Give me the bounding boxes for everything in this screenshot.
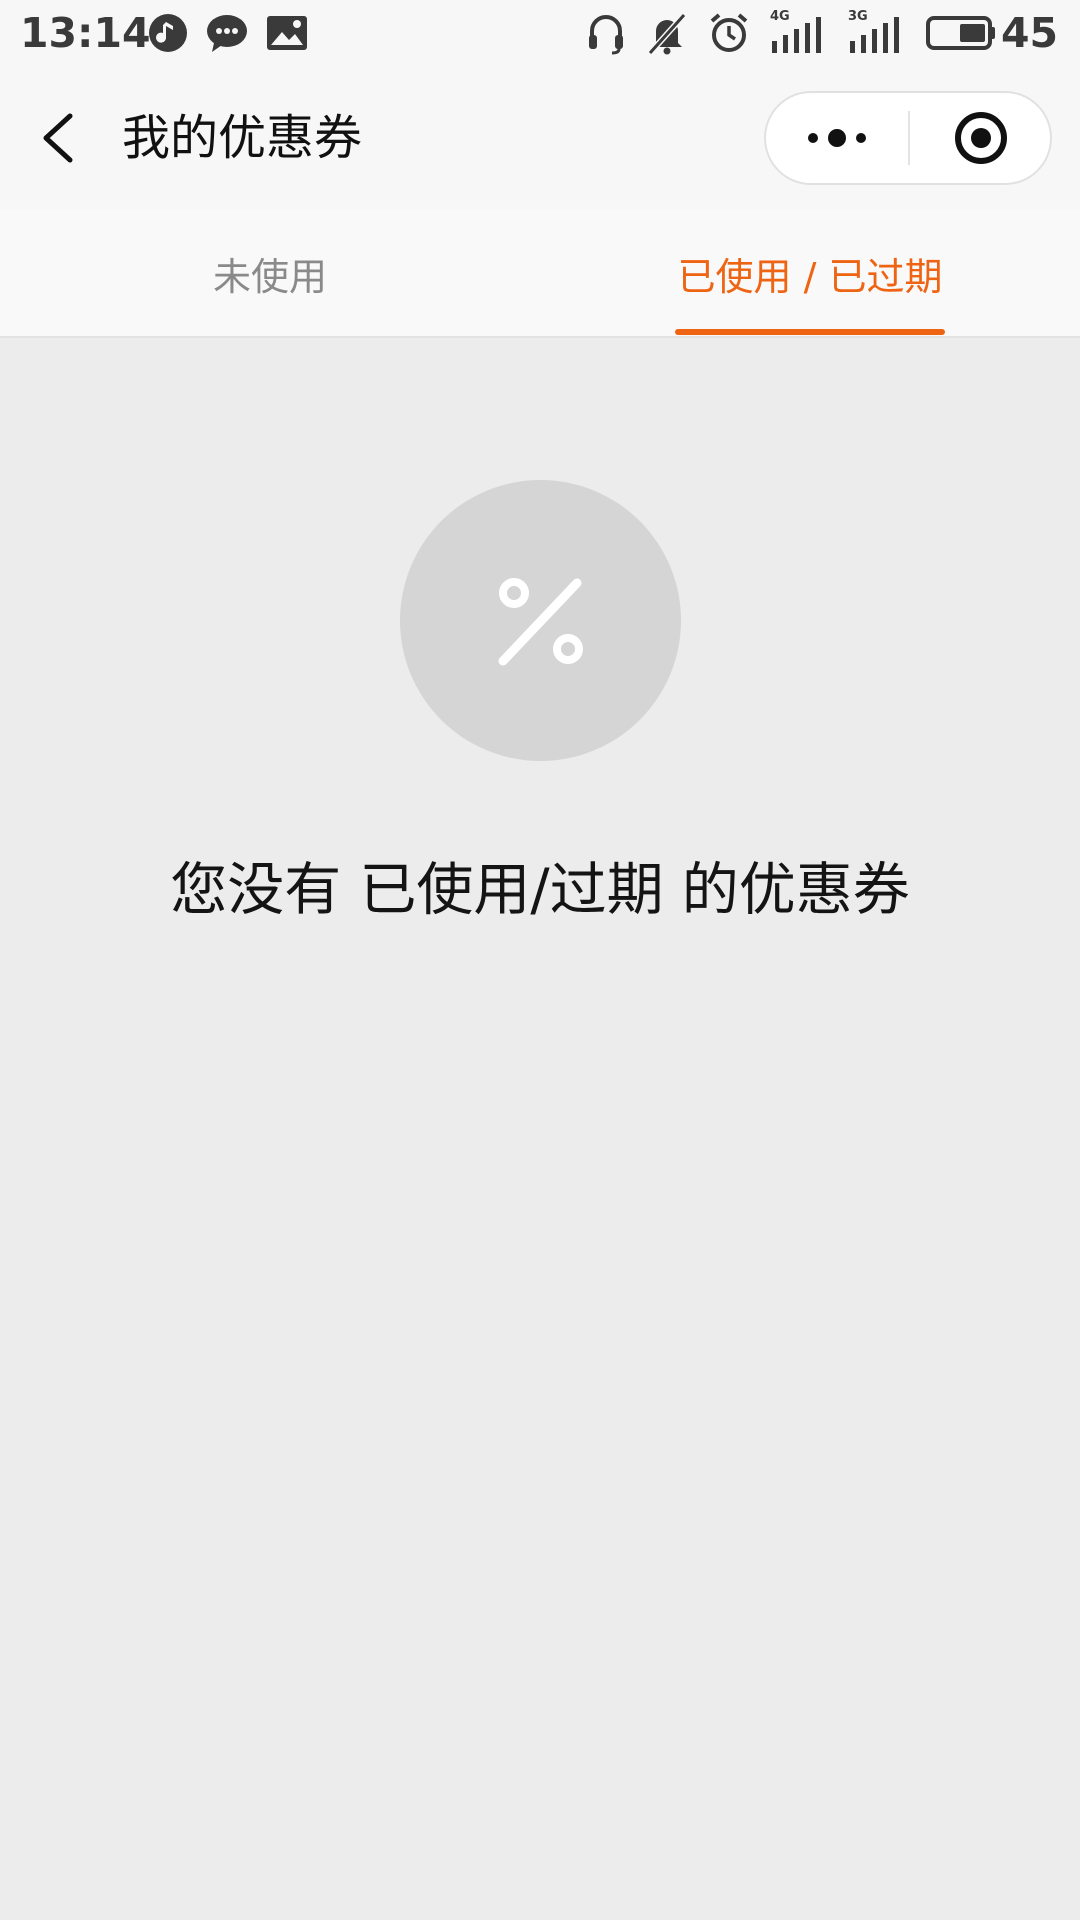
headset-icon [589, 15, 623, 55]
more-button[interactable] [766, 93, 908, 183]
nav-bar: 我的优惠券 [0, 66, 1080, 210]
chat-icon [207, 15, 247, 52]
page-title: 我的优惠券 [122, 110, 363, 166]
target-close-icon [955, 112, 1007, 164]
music-icon [149, 14, 187, 52]
alarm-icon [710, 13, 748, 52]
tab-used-expired[interactable]: 已使用 / 已过期 [540, 210, 1080, 336]
close-button[interactable] [910, 93, 1052, 183]
battery-level: 45 [1000, 9, 1058, 57]
battery-icon [926, 16, 995, 50]
mini-program-capsule [764, 91, 1052, 185]
empty-state-circle [400, 480, 681, 761]
signal-4g-icon: 4G [770, 9, 828, 55]
tab-bar: 未使用 已使用 / 已过期 [0, 210, 1080, 338]
chevron-left-icon [43, 113, 73, 163]
status-notification-icons [148, 12, 308, 54]
status-system-icons: 4G 3G [586, 9, 996, 56]
active-tab-indicator [675, 329, 945, 335]
tab-unused[interactable]: 未使用 [0, 210, 540, 336]
bell-muted-icon [647, 12, 687, 55]
empty-state-message: 您没有 已使用/过期 的优惠券 [170, 857, 910, 923]
status-bar: 13:14 4G 3G 45 [0, 0, 1080, 66]
percent-icon [498, 577, 583, 665]
status-time: 13:14 [20, 9, 151, 57]
signal-3g-icon: 3G [848, 9, 906, 55]
back-button[interactable] [30, 102, 90, 174]
image-icon [267, 16, 307, 50]
more-dots-icon [808, 129, 866, 147]
